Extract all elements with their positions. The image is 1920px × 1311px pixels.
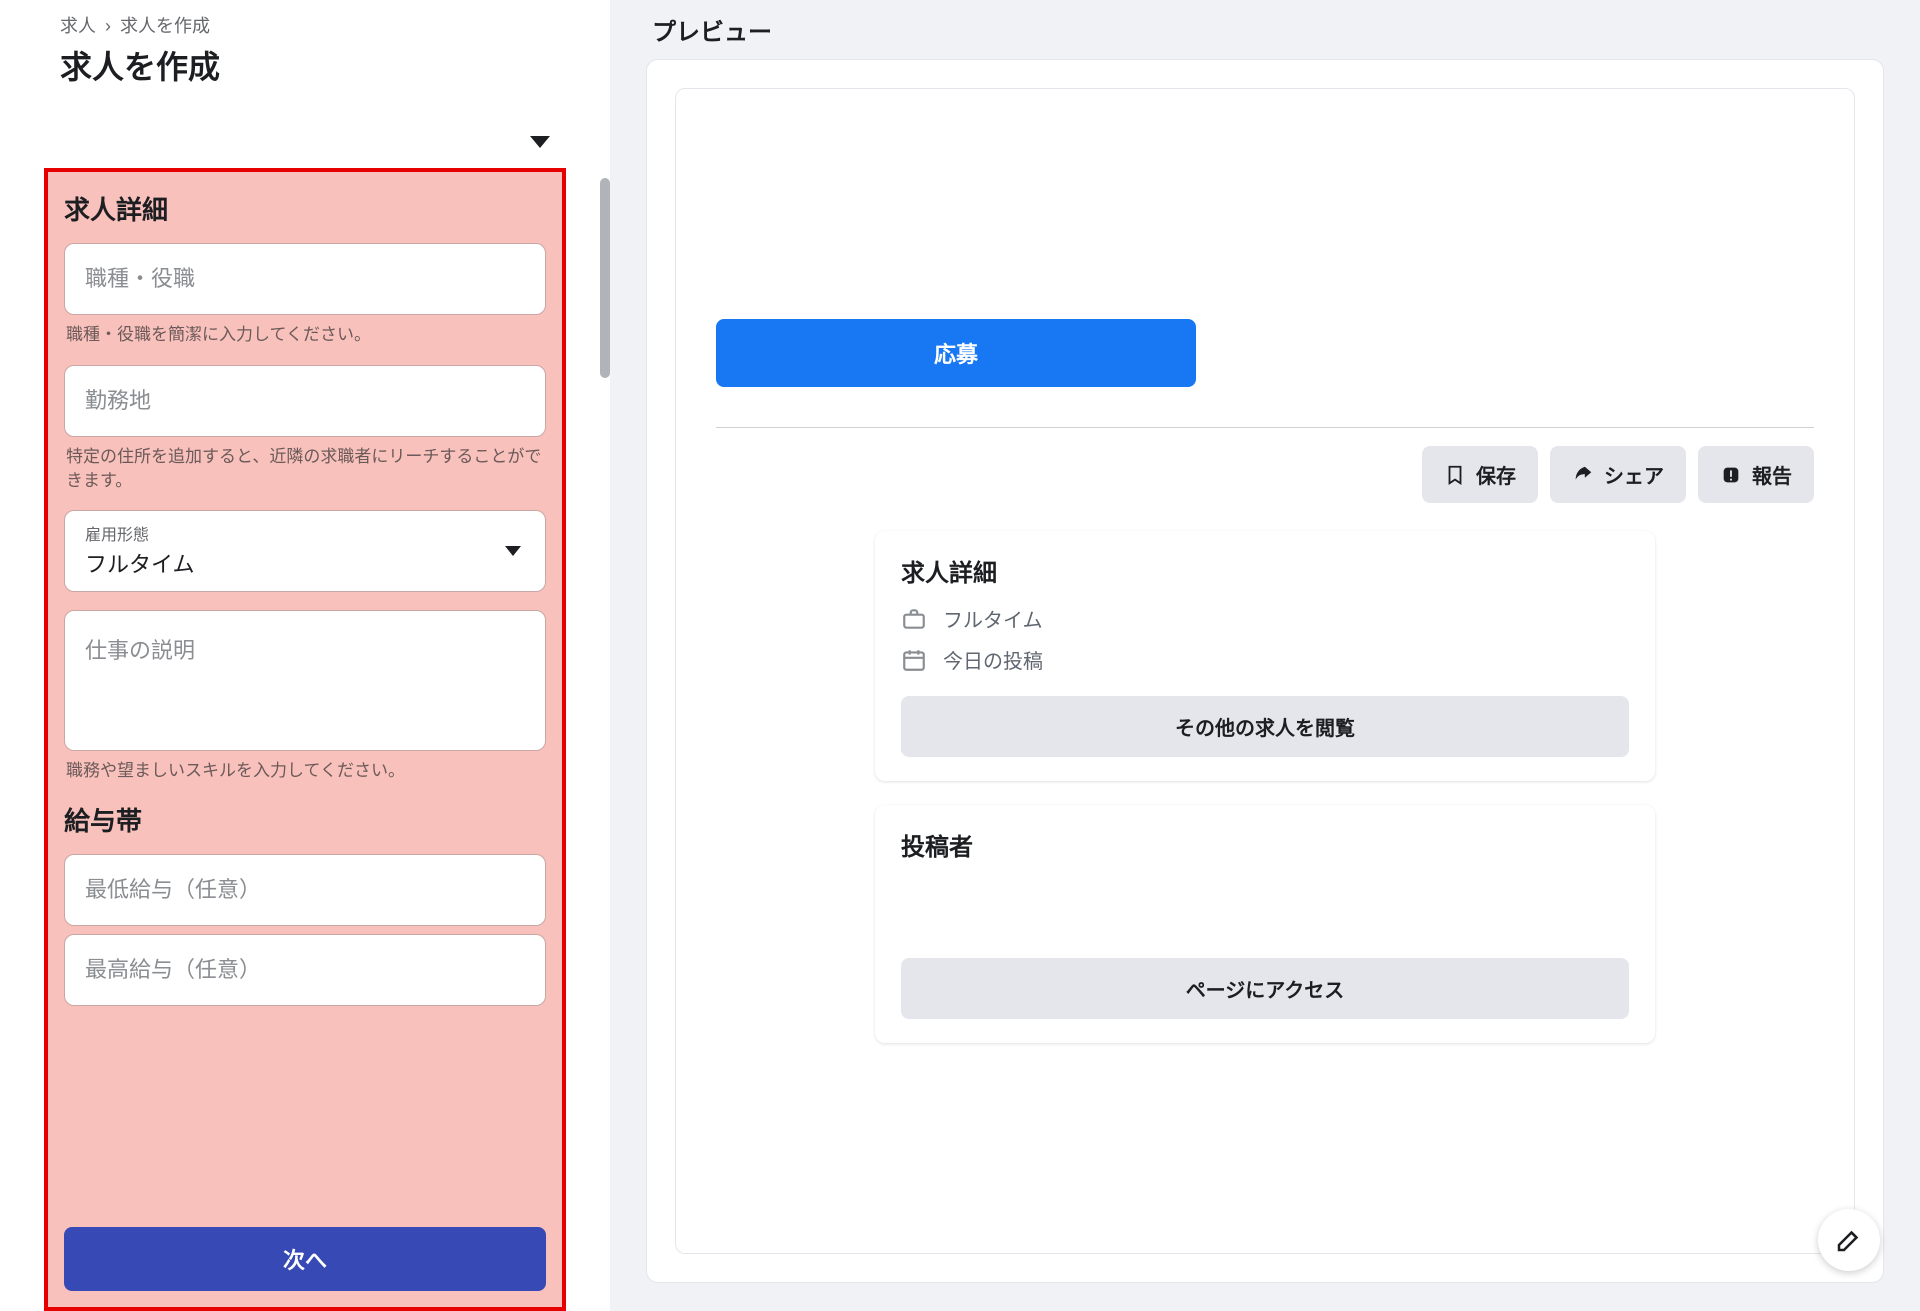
employment-type-label: 雇用形態: [85, 521, 525, 545]
divider: [716, 427, 1814, 428]
scrollbar-thumb[interactable]: [600, 178, 610, 378]
form-highlighted: 求人詳細 職種・役職を簡潔に入力してください。 特定の住所を追加すると、近隣の求…: [44, 168, 566, 1311]
save-button[interactable]: 保存: [1422, 446, 1538, 503]
detail-posted-text: 今日の投稿: [943, 645, 1043, 674]
description-input[interactable]: [85, 633, 525, 723]
description-field[interactable]: [64, 610, 546, 751]
cards-wrap: 求人詳細 フルタイム: [716, 531, 1814, 1043]
page-title: 求人を作成: [60, 42, 550, 88]
preview-title: プレビュー: [652, 12, 1884, 47]
location-input[interactable]: [85, 388, 525, 414]
next-button[interactable]: 次へ: [64, 1227, 546, 1291]
employment-type-select[interactable]: 雇用形態 フルタイム: [64, 510, 546, 592]
poster-card: 投稿者 ページにアクセス: [875, 805, 1655, 1043]
section-title-salary: 給与帯: [64, 801, 546, 838]
form-scroll: 求人詳細 職種・役職を簡潔に入力してください。 特定の住所を追加すると、近隣の求…: [0, 168, 610, 1311]
chevron-down-icon: [505, 546, 521, 556]
action-row: 保存 シェア 報告: [716, 446, 1814, 503]
share-button[interactable]: シェア: [1550, 446, 1686, 503]
report-icon: [1720, 464, 1742, 486]
edit-icon: [1834, 1225, 1864, 1255]
preview-pane: プレビュー 応募 保存: [610, 0, 1920, 1311]
apply-button[interactable]: 応募: [716, 319, 1196, 387]
breadcrumb: 求人 › 求人を作成: [60, 12, 550, 38]
poster-space: [901, 878, 1629, 948]
briefcase-icon: [901, 606, 927, 632]
employment-type-value: フルタイム: [85, 547, 525, 579]
report-label: 報告: [1752, 460, 1792, 489]
detail-posted-row: 今日の投稿: [901, 645, 1629, 674]
poster-card-title: 投稿者: [901, 827, 1629, 862]
description-helper: 職務や望ましいスキルを入力してください。: [66, 759, 544, 783]
section-title-details: 求人詳細: [64, 190, 546, 227]
location-helper: 特定の住所を追加すると、近隣の求職者にリーチすることができます。: [66, 445, 544, 493]
job-title-helper: 職種・役職を簡潔に入力してください。: [66, 323, 544, 347]
preview-inner: 応募 保存 シェア: [675, 88, 1855, 1254]
breadcrumb-separator: ›: [105, 16, 111, 36]
access-page-button[interactable]: ページにアクセス: [901, 958, 1629, 1019]
detail-employment-text: フルタイム: [943, 604, 1043, 633]
chevron-down-icon[interactable]: [530, 136, 550, 148]
job-title-field[interactable]: [64, 243, 546, 315]
collapse-row: [0, 100, 610, 168]
details-card-title: 求人詳細: [901, 553, 1629, 588]
edit-fab[interactable]: [1818, 1209, 1880, 1271]
preview-outer: 応募 保存 シェア: [646, 59, 1884, 1283]
preview-hero: [716, 119, 1814, 319]
breadcrumb-root[interactable]: 求人: [60, 16, 96, 36]
detail-employment-row: フルタイム: [901, 604, 1629, 633]
max-salary-field[interactable]: [64, 934, 546, 1006]
share-icon: [1572, 464, 1594, 486]
sidebar-header: 求人 › 求人を作成 求人を作成: [0, 0, 610, 100]
calendar-icon: [901, 647, 927, 673]
browse-more-button[interactable]: その他の求人を閲覧: [901, 696, 1629, 757]
max-salary-input[interactable]: [85, 957, 525, 983]
details-card: 求人詳細 フルタイム: [875, 531, 1655, 781]
save-label: 保存: [1476, 460, 1516, 489]
min-salary-field[interactable]: [64, 854, 546, 926]
report-button[interactable]: 報告: [1698, 446, 1814, 503]
breadcrumb-current: 求人を作成: [120, 16, 210, 36]
bookmark-icon: [1444, 464, 1466, 486]
sidebar: 求人 › 求人を作成 求人を作成 求人詳細 職種・役職を簡潔に入力してください。…: [0, 0, 610, 1311]
share-label: シェア: [1604, 460, 1664, 489]
min-salary-input[interactable]: [85, 877, 525, 903]
location-field[interactable]: [64, 365, 546, 437]
job-title-input[interactable]: [85, 266, 525, 292]
